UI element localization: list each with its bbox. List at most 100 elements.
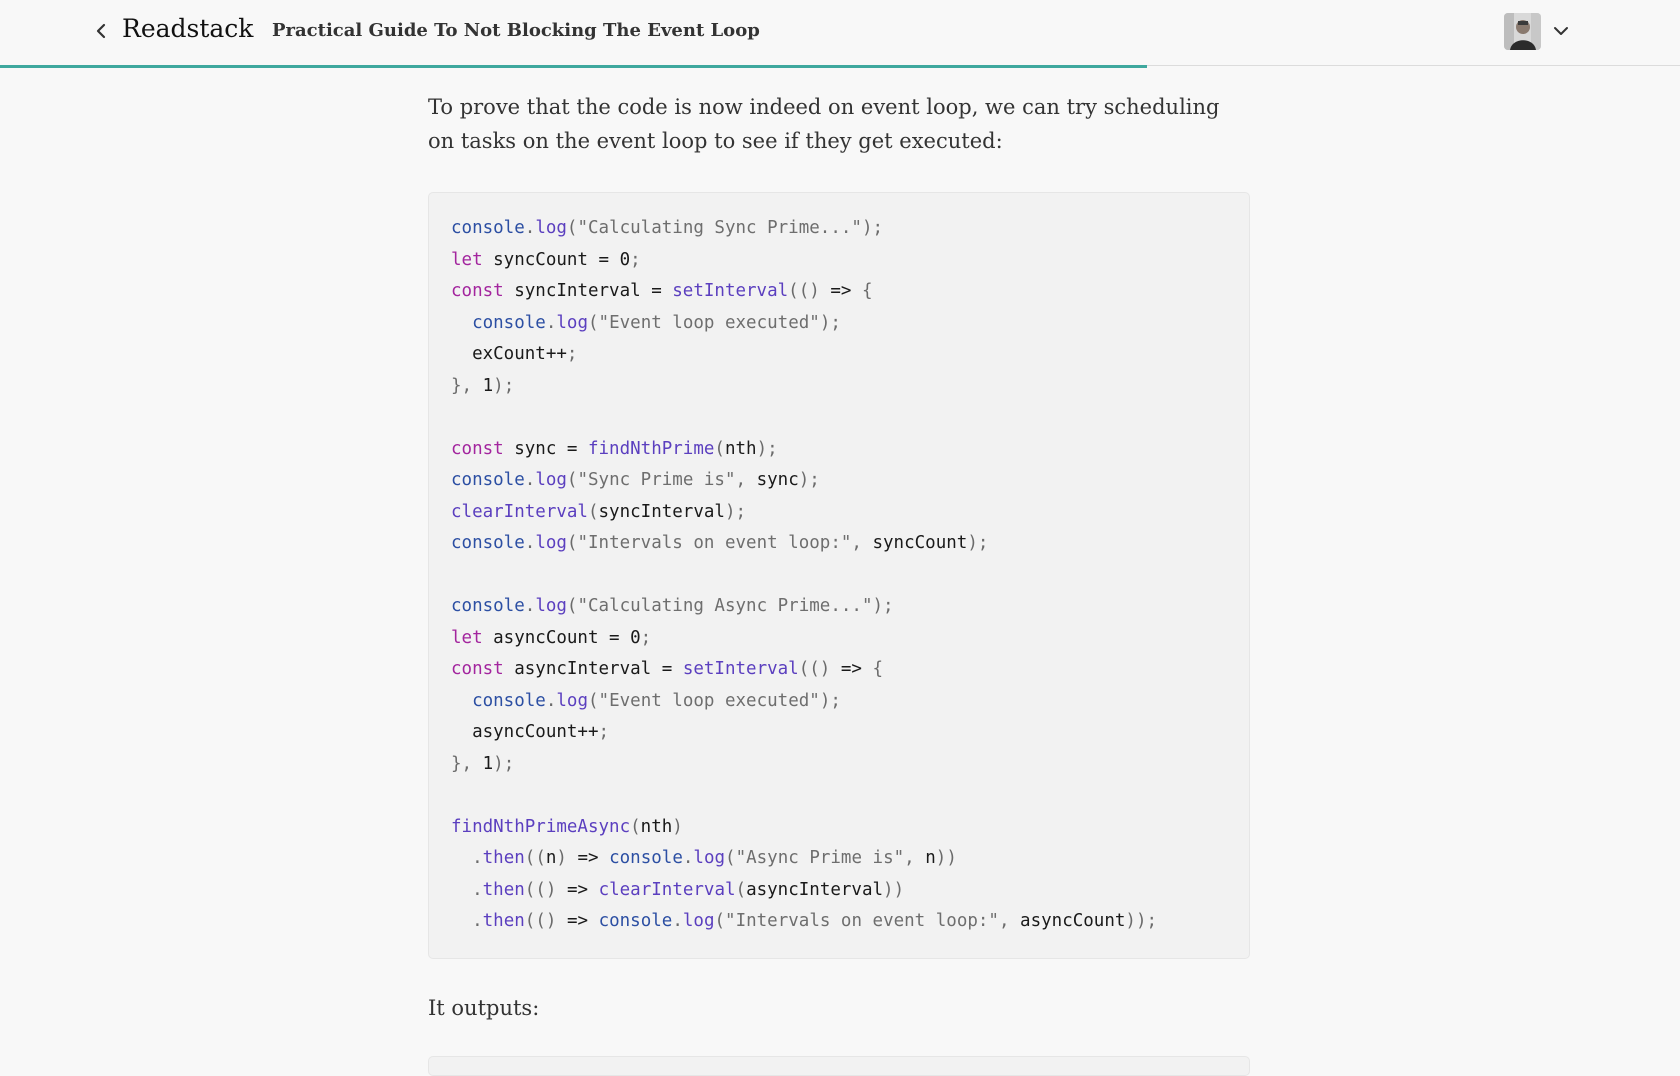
code-token: "Calculating Sync Prime..." xyxy=(577,218,862,238)
code-token: console xyxy=(451,596,525,616)
code-token: ; xyxy=(640,627,652,648)
code-token: asyncCount xyxy=(1020,911,1126,931)
code-token: "Intervals on event loop:" xyxy=(577,533,852,553)
code-token: ); xyxy=(819,690,841,711)
code-token: setInterval xyxy=(672,281,789,301)
code-token: ); xyxy=(967,533,989,553)
code-token: syncCount = xyxy=(482,249,620,270)
code-line: }, 1); xyxy=(451,749,1227,781)
code-token: 0 xyxy=(619,249,631,270)
code-token: . xyxy=(524,470,536,490)
code-line: asyncCount++; xyxy=(451,717,1227,749)
code-token: console xyxy=(609,848,683,868)
account-menu-toggle[interactable] xyxy=(1552,22,1570,40)
code-token: console xyxy=(472,690,546,711)
chevron-left-icon xyxy=(96,23,106,39)
code-token: ); xyxy=(724,501,747,522)
code-line: console.log("Calculating Async Prime..."… xyxy=(451,591,1227,623)
code-token: sync xyxy=(756,470,799,490)
code-line: const syncInterval = setInterval(() => { xyxy=(451,276,1227,308)
code-line: exCount++; xyxy=(451,339,1227,371)
code-token: ; xyxy=(630,249,641,270)
code-line: .then((n) => console.log("Async Prime is… xyxy=(451,843,1227,875)
code-token: )) xyxy=(935,848,957,868)
code-token: { xyxy=(861,659,884,679)
code-token: => xyxy=(566,879,589,900)
code-token: "Event loop executed" xyxy=(598,312,820,333)
code-token: console xyxy=(598,911,673,931)
back-button[interactable] xyxy=(92,20,110,42)
code-token: { xyxy=(851,281,873,301)
code-token: ); xyxy=(798,470,820,490)
code-token: , xyxy=(735,470,757,490)
code-token: ( xyxy=(725,848,736,868)
code-token: . xyxy=(524,218,536,238)
code-token: (() xyxy=(788,281,831,301)
code-line: console.log("Intervals on event loop:", … xyxy=(451,528,1227,560)
reading-progress-bar xyxy=(0,65,1148,68)
code-token: log xyxy=(535,470,567,490)
intro-paragraph: To prove that the code is now indeed on … xyxy=(428,95,1220,153)
code-token: . xyxy=(524,533,536,553)
code-token: ( xyxy=(588,312,599,333)
code-token: asyncCount = xyxy=(482,627,631,648)
code-line: const sync = findNthPrime(nth); xyxy=(451,434,1227,466)
code-token: . xyxy=(472,879,483,900)
code-token: "Intervals on event loop:" xyxy=(725,911,999,931)
code-token: asyncCount++ xyxy=(451,722,599,742)
code-token: console xyxy=(451,470,525,490)
code-token: , xyxy=(998,911,1021,931)
code-line: console.log("Event loop executed"); xyxy=(451,308,1227,340)
code-token: , xyxy=(851,533,873,553)
code-line: console.log("Event loop executed"); xyxy=(451,686,1227,718)
code-token: setInterval xyxy=(682,659,799,679)
code-token: let xyxy=(451,627,483,648)
code-token: (() xyxy=(524,879,567,900)
code-token: ( xyxy=(566,596,578,616)
code-token: syncInterval xyxy=(598,501,725,522)
code-token: 1 xyxy=(482,753,494,774)
code-token: then xyxy=(482,911,525,931)
code-line: console.log("Sync Prime is", sync); xyxy=(451,465,1227,497)
code-line: let syncCount = 0; xyxy=(451,245,1227,277)
code-token: "Event loop executed" xyxy=(598,690,820,711)
code-token: then xyxy=(482,848,525,868)
avatar[interactable] xyxy=(1504,13,1541,50)
code-token: 1 xyxy=(482,375,494,396)
code-token: findNthPrime xyxy=(587,438,715,459)
code-token: syncCount xyxy=(872,533,968,553)
code-token: log xyxy=(535,596,567,616)
code-token: (() xyxy=(798,659,841,679)
code-token: ); xyxy=(756,438,778,459)
code-token: log xyxy=(693,848,726,868)
code-token: sync = xyxy=(503,438,588,459)
outro-paragraph: It outputs: xyxy=(428,995,540,1020)
code-token: ( xyxy=(587,501,599,522)
code-line: .then(() => console.log("Intervals on ev… xyxy=(451,906,1227,938)
code-token: ); xyxy=(493,753,515,774)
code-token: log xyxy=(535,218,567,238)
code-token: const xyxy=(451,659,504,679)
code-token: nth xyxy=(640,816,673,837)
code-line: findNthPrimeAsync(nth) xyxy=(451,812,1227,844)
code-line: .then(() => clearInterval(asyncInterval)… xyxy=(451,875,1227,907)
code-token: asyncInterval xyxy=(746,879,884,900)
code-token: let xyxy=(451,249,483,270)
code-token: clearInterval xyxy=(451,501,588,522)
code-token: (( xyxy=(524,848,546,868)
code-token: ( xyxy=(566,470,578,490)
brand-logo[interactable]: Readstack xyxy=(122,14,253,43)
code-token: . xyxy=(682,848,694,868)
code-line: clearInterval(syncInterval); xyxy=(451,497,1227,529)
code-token: 0 xyxy=(630,627,641,648)
code-token: ; xyxy=(566,344,578,364)
article-body: To prove that the code is now indeed on … xyxy=(428,90,1250,1025)
code-line: console.log("Calculating Sync Prime...")… xyxy=(451,213,1227,245)
code-token: ); xyxy=(819,312,841,333)
